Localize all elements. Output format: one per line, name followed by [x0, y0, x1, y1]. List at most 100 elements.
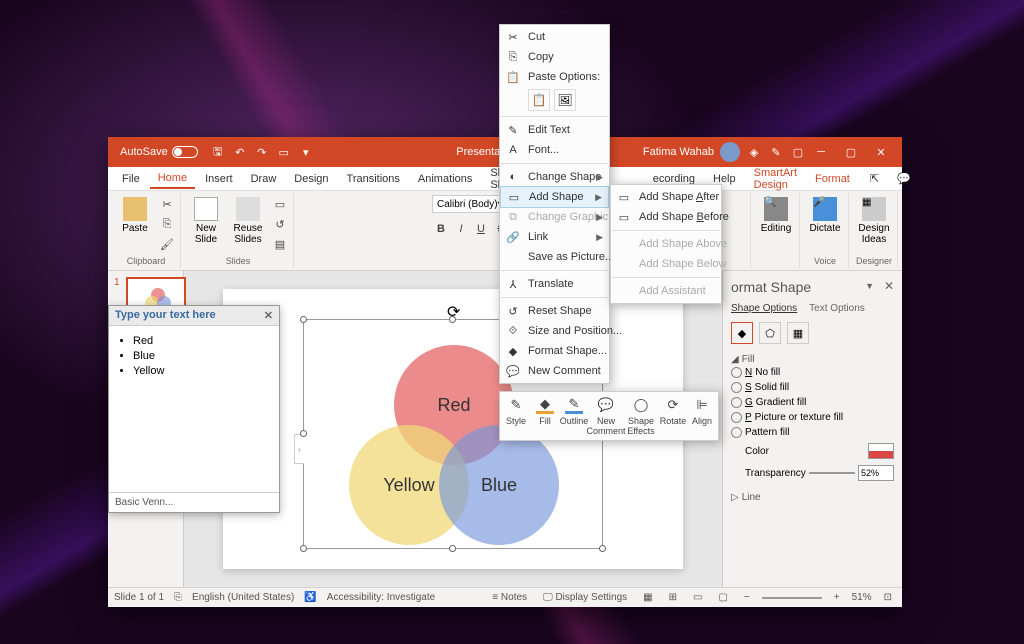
mini-effects-button[interactable]: ◯Shape Effects — [624, 394, 658, 438]
italic-button[interactable]: I — [452, 220, 470, 238]
dictate-button[interactable]: 🎤 Dictate — [806, 195, 844, 236]
reset-icon[interactable]: ↺ — [271, 215, 289, 233]
fill-line-icon[interactable]: ◆ — [731, 322, 753, 344]
redo-icon[interactable]: ↷ — [254, 144, 270, 160]
maximize-button[interactable]: ▢ — [836, 137, 866, 167]
ctx-cut[interactable]: ✂Cut — [500, 27, 609, 47]
venn-circle-blue[interactable]: Blue — [439, 425, 559, 545]
share-icon[interactable]: ⇱ — [862, 169, 887, 188]
diamond-icon[interactable]: ◈ — [746, 144, 762, 160]
ctx-add-shape-after[interactable]: ▭Add Shape After — [611, 187, 721, 207]
picture-fill-radio[interactable]: PPicture or texture fill — [731, 410, 894, 425]
ctx-font[interactable]: AFont... — [500, 140, 609, 160]
bold-button[interactable]: B — [432, 220, 450, 238]
new-slide-button[interactable]: New Slide — [187, 195, 225, 247]
ctx-new-comment[interactable]: 💬New Comment — [500, 361, 609, 381]
display-settings-button[interactable]: 🖵 Display Settings — [539, 592, 631, 603]
cut-icon[interactable]: ✂ — [158, 195, 176, 213]
normal-view-icon[interactable]: ▦ — [639, 592, 656, 603]
text-options-tab[interactable]: Text Options — [809, 303, 865, 314]
tab-file[interactable]: File — [114, 170, 148, 188]
line-section-toggle[interactable]: ▷ Line — [731, 492, 894, 503]
paste-option-2[interactable]: 🖼 — [554, 89, 576, 111]
zoom-out-button[interactable]: − — [740, 592, 754, 603]
format-painter-icon[interactable]: 🖌 — [158, 235, 176, 253]
pane-dropdown-icon[interactable]: ▼ — [865, 281, 874, 291]
fill-section-toggle[interactable]: ◢ Fill — [731, 354, 894, 365]
notes-button[interactable]: ≡ Notes — [488, 592, 531, 603]
ctx-change-shape[interactable]: ◐Change Shape▶ — [500, 167, 609, 187]
no-fill-radio[interactable]: NNo fill — [731, 365, 894, 380]
close-button[interactable]: ✕ — [866, 137, 896, 167]
zoom-level[interactable]: 51% — [852, 592, 872, 603]
fit-window-icon[interactable]: ⊡ — [880, 592, 896, 603]
ctx-save-as-picture[interactable]: Save as Picture... — [500, 247, 609, 267]
text-pane-tab[interactable]: › — [294, 434, 304, 464]
tab-animations[interactable]: Animations — [410, 170, 480, 188]
editing-button[interactable]: 🔍 Editing — [757, 195, 795, 236]
color-picker[interactable] — [868, 443, 894, 459]
ctx-link[interactable]: 🔗Link▶ — [500, 227, 609, 247]
list-item[interactable]: Yellow — [133, 365, 267, 377]
rotate-handle-icon[interactable]: ⟳ — [447, 302, 459, 314]
minimize-button[interactable]: ─ — [806, 137, 836, 167]
list-item[interactable]: Red — [133, 335, 267, 347]
size-props-icon[interactable]: ▦ — [787, 322, 809, 344]
section-icon[interactable]: ▤ — [271, 235, 289, 253]
layout-icon[interactable]: ▭ — [271, 195, 289, 213]
paste-option-1[interactable]: 📋 — [528, 89, 550, 111]
avatar-icon[interactable] — [720, 142, 740, 162]
save-icon[interactable]: 🖫 — [210, 144, 226, 160]
resize-handle[interactable] — [300, 430, 307, 437]
text-pane-close-button[interactable]: ✕ — [264, 309, 273, 322]
ctx-copy[interactable]: ⎘Copy — [500, 47, 609, 67]
resize-handle[interactable] — [449, 545, 456, 552]
transparency-slider[interactable] — [809, 472, 855, 474]
underline-button[interactable]: U — [472, 220, 490, 238]
pen-icon[interactable]: ✎ — [768, 144, 784, 160]
mini-style-button[interactable]: ✎Style — [502, 394, 530, 438]
tab-format[interactable]: Format — [807, 170, 858, 188]
effects-icon[interactable]: ⬠ — [759, 322, 781, 344]
accessibility-button[interactable]: Accessibility: Investigate — [327, 592, 435, 603]
autosave-toggle[interactable]: AutoSave — [114, 144, 204, 160]
slideshow-view-icon[interactable]: ▢ — [714, 592, 731, 603]
pattern-fill-radio[interactable]: Pattern fill — [731, 425, 894, 440]
ctx-translate[interactable]: ⅄Translate — [500, 274, 609, 294]
gradient-fill-radio[interactable]: GGradient fill — [731, 395, 894, 410]
mini-align-button[interactable]: ⊫Align — [688, 394, 716, 438]
square-icon[interactable]: ▢ — [790, 144, 806, 160]
ctx-reset-shape[interactable]: ↺Reset Shape — [500, 301, 609, 321]
reading-view-icon[interactable]: ▭ — [689, 592, 706, 603]
ctx-edit-text[interactable]: ✎Edit Text — [500, 120, 609, 140]
undo-icon[interactable]: ↶ — [232, 144, 248, 160]
text-pane-footer[interactable]: Basic Venn... — [109, 492, 279, 512]
list-item[interactable]: Blue — [133, 350, 267, 362]
tab-design[interactable]: Design — [286, 170, 336, 188]
language-button[interactable]: English (United States) — [192, 592, 294, 603]
text-pane-body[interactable]: Red Blue Yellow — [109, 326, 279, 492]
zoom-in-button[interactable]: + — [830, 592, 844, 603]
resize-handle[interactable] — [300, 316, 307, 323]
pane-close-button[interactable]: ✕ — [884, 279, 894, 293]
tab-home[interactable]: Home — [150, 169, 195, 189]
zoom-slider[interactable] — [762, 597, 822, 599]
tab-transitions[interactable]: Transitions — [339, 170, 408, 188]
slideshow-start-icon[interactable]: ▭ — [276, 144, 292, 160]
sorter-view-icon[interactable]: ⊞ — [665, 592, 681, 603]
comments-icon[interactable]: 💬 — [889, 169, 919, 188]
resize-handle[interactable] — [449, 316, 456, 323]
resize-handle[interactable] — [599, 545, 606, 552]
resize-handle[interactable] — [300, 545, 307, 552]
reuse-slides-button[interactable]: Reuse Slides — [229, 195, 267, 247]
qat-more-icon[interactable]: ▾ — [298, 144, 314, 160]
mini-fill-button[interactable]: ◆Fill — [531, 394, 559, 438]
ctx-add-shape[interactable]: ▭Add Shape▶ — [500, 186, 609, 208]
tab-smartart-design[interactable]: SmartArt Design — [746, 164, 805, 194]
mini-outline-button[interactable]: ✎Outline — [560, 394, 588, 438]
tab-draw[interactable]: Draw — [243, 170, 285, 188]
spellcheck-icon[interactable]: ⎘ — [174, 592, 182, 603]
ctx-add-shape-before[interactable]: ▭Add Shape Before — [611, 207, 721, 227]
paste-button[interactable]: Paste — [116, 195, 154, 236]
tab-insert[interactable]: Insert — [197, 170, 241, 188]
